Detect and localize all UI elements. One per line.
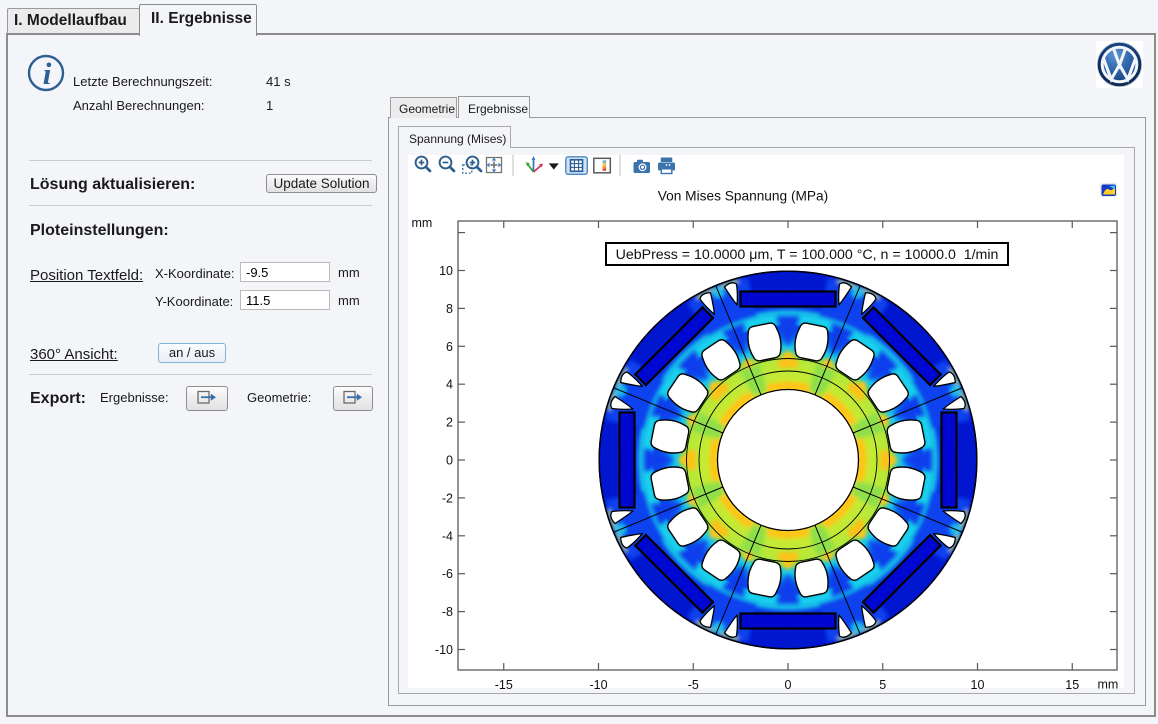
svg-text:-15: -15 xyxy=(495,678,513,692)
svg-text:2: 2 xyxy=(446,416,453,430)
svg-text:0: 0 xyxy=(446,454,453,468)
svg-text:-6: -6 xyxy=(442,567,453,581)
svg-text:0: 0 xyxy=(785,678,792,692)
svg-text:UebPress = 10.0000 μm, T = 100: UebPress = 10.0000 μm, T = 100.000 °C, n… xyxy=(616,247,999,263)
svg-text:8: 8 xyxy=(446,302,453,316)
svg-text:mm: mm xyxy=(412,216,433,230)
svg-text:6: 6 xyxy=(446,340,453,354)
svg-text:-5: -5 xyxy=(688,678,699,692)
svg-text:Von Mises Spannung (MPa): Von Mises Spannung (MPa) xyxy=(658,189,828,204)
svg-text:10: 10 xyxy=(971,678,985,692)
svg-text:10: 10 xyxy=(439,264,453,278)
svg-text:-8: -8 xyxy=(442,605,453,619)
svg-text:-2: -2 xyxy=(442,491,453,505)
svg-text:5: 5 xyxy=(879,678,886,692)
svg-text:15: 15 xyxy=(1065,678,1079,692)
svg-text:mm: mm xyxy=(1098,678,1119,692)
svg-text:-10: -10 xyxy=(435,643,453,657)
svg-text:-4: -4 xyxy=(442,529,453,543)
svg-text:-10: -10 xyxy=(589,678,607,692)
svg-text:4: 4 xyxy=(446,378,453,392)
